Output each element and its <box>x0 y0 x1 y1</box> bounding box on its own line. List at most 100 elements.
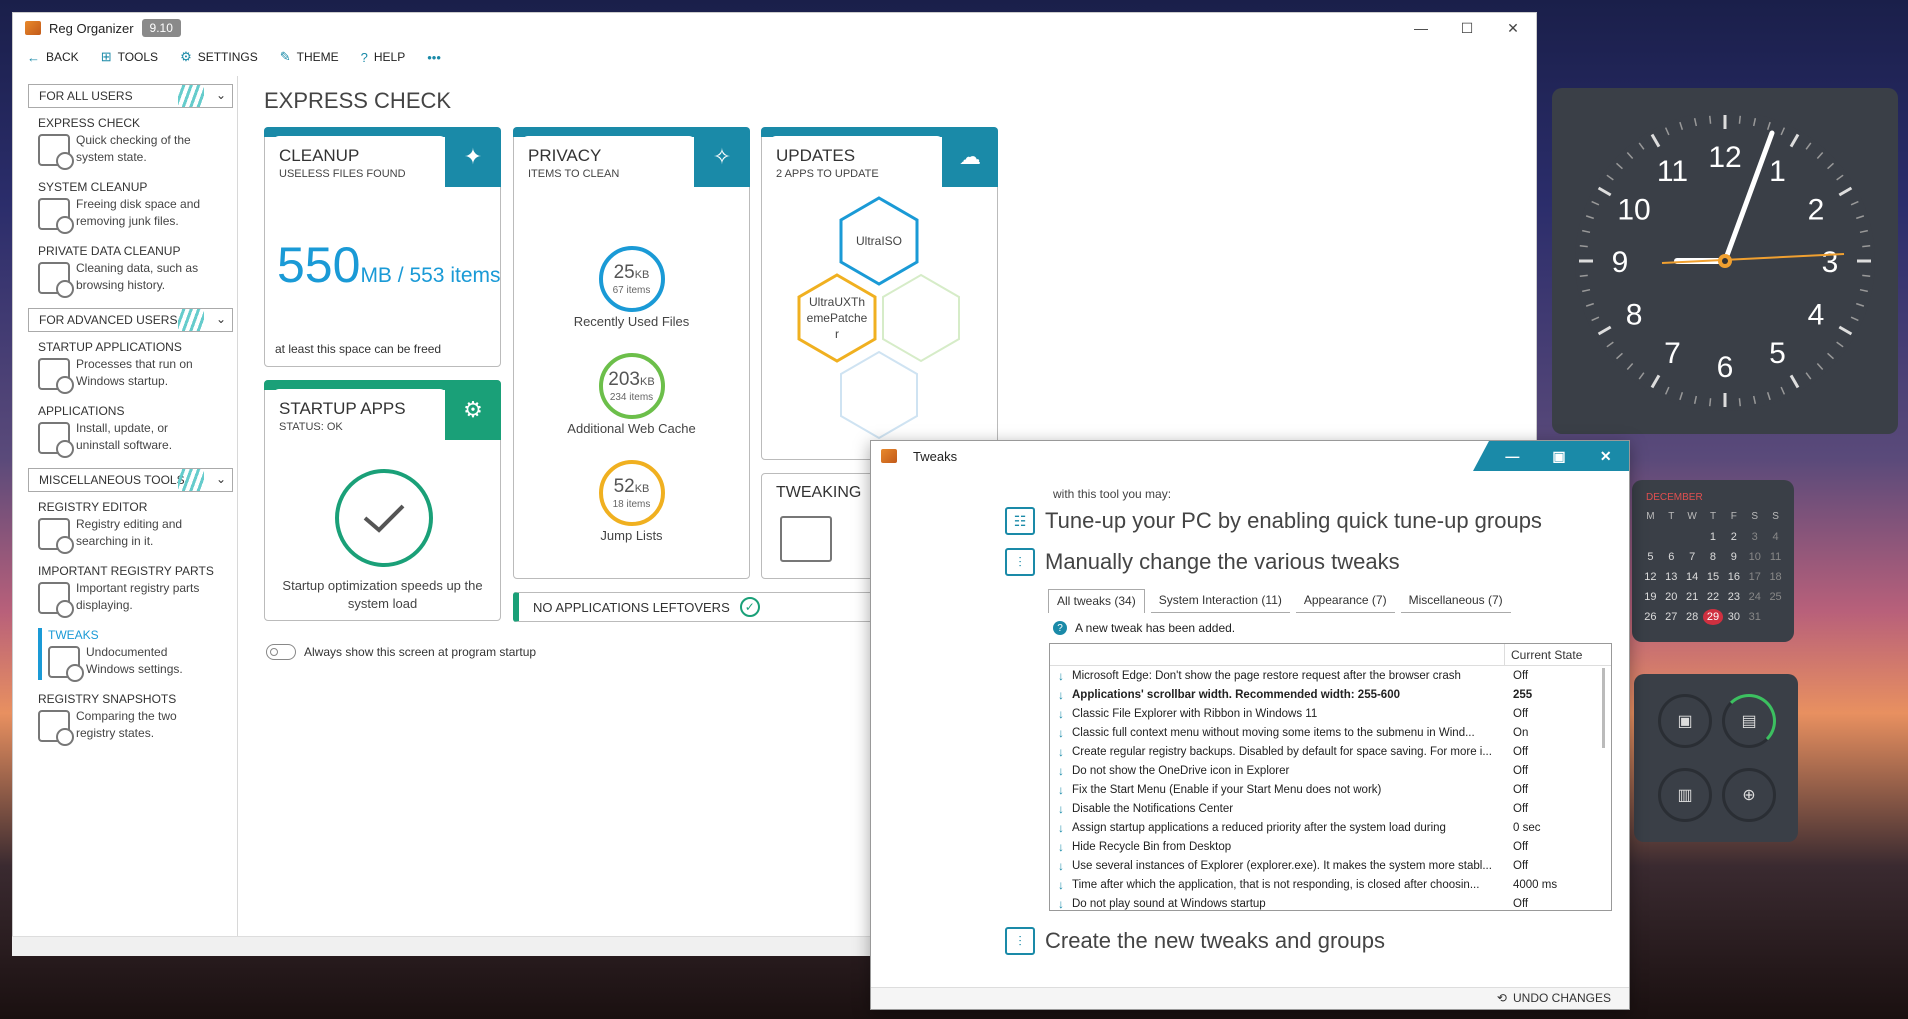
tweaks-close-button[interactable]: ✕ <box>1582 441 1629 471</box>
calendar-day[interactable]: 31 <box>1744 609 1765 625</box>
tab-appearance[interactable]: Appearance (7) <box>1295 589 1395 613</box>
help-button[interactable]: ? HELP <box>361 50 406 65</box>
toggle-switch[interactable] <box>266 644 296 660</box>
calendar-day[interactable]: 28 <box>1682 609 1703 625</box>
calendar-day[interactable]: 5 <box>1640 549 1661 565</box>
calendar-day[interactable]: 19 <box>1640 589 1661 605</box>
calendar-day[interactable]: 10 <box>1744 549 1765 565</box>
status-bar <box>12 936 872 956</box>
calendar-day[interactable]: 7 <box>1682 549 1703 565</box>
always-show-toggle[interactable]: Always show this screen at program start… <box>266 644 536 660</box>
cleanup-card[interactable]: ✦ CLEANUP USELESS FILES FOUND 550MB / 55… <box>264 127 501 367</box>
section-for-all-users[interactable]: FOR ALL USERS ⌄ <box>28 84 233 108</box>
sidebar-item-tweaks[interactable]: TWEAKS Undocumented Windows settings. <box>14 628 234 682</box>
calendar-day[interactable]: 11 <box>1765 549 1786 565</box>
table-row[interactable]: ↓ Time after which the application, that … <box>1050 875 1611 894</box>
calendar-day[interactable]: 25 <box>1765 589 1786 605</box>
tweak-name: Create regular registry backups. Disable… <box>1072 745 1492 758</box>
close-button[interactable]: ✕ <box>1490 13 1536 43</box>
card-title: TWEAKING <box>776 484 862 501</box>
table-row[interactable]: ↓ Assign startup applications a reduced p… <box>1050 818 1611 837</box>
undo-changes-button[interactable]: ⟲ UNDO CHANGES <box>1497 991 1611 1005</box>
calendar-day[interactable]: 9 <box>1723 549 1744 565</box>
table-row[interactable]: ↓ Create regular registry backups. Disabl… <box>1050 742 1611 761</box>
table-row[interactable]: ↓ Applications' scrollbar width. Recommen… <box>1050 685 1611 704</box>
sidebar-item-important-registry[interactable]: IMPORTANT REGISTRY PARTS Important regist… <box>14 564 234 618</box>
tools-button[interactable]: ⊞ TOOLS <box>101 49 158 65</box>
tweaks-window-title: Tweaks <box>913 448 958 464</box>
create-tweaks-link[interactable]: ⫶ Create the new tweaks and groups <box>1005 927 1385 955</box>
section-for-advanced-users[interactable]: FOR ADVANCED USERS ⌄ <box>28 308 233 332</box>
manual-tweaks-link[interactable]: ⫶ Manually change the various tweaks <box>1005 548 1400 576</box>
table-row[interactable]: ↓ Classic full context menu without movin… <box>1050 723 1611 742</box>
calendar-day[interactable]: 20 <box>1661 589 1682 605</box>
sidebar-item-applications[interactable]: APPLICATIONS Install, update, or uninstal… <box>14 404 234 458</box>
table-row[interactable]: ↓ Fix the Start Menu (Enable if your Star… <box>1050 780 1611 799</box>
calendar-day[interactable]: 24 <box>1744 589 1765 605</box>
section-misc-tools[interactable]: MISCELLANEOUS TOOLS ⌄ <box>28 468 233 492</box>
calendar-day[interactable]: 14 <box>1682 569 1703 585</box>
calendar-day[interactable]: 8 <box>1703 549 1724 565</box>
calendar-day[interactable]: 30 <box>1723 609 1744 625</box>
column-current-state[interactable]: Current State <box>1505 644 1588 665</box>
calendar-day[interactable]: 17 <box>1744 569 1765 585</box>
calendar-day[interactable]: 18 <box>1765 569 1786 585</box>
calendar-day[interactable]: 1 <box>1703 529 1724 545</box>
quick-groups-link[interactable]: ☷ Tune-up your PC by enabling quick tune… <box>1005 507 1542 535</box>
table-row[interactable]: ↓ Do not show the OneDrive icon in Explor… <box>1050 761 1611 780</box>
calendar-day <box>1661 529 1682 545</box>
tweaks-minimize-button[interactable]: — <box>1489 441 1536 471</box>
sidebar-item-registry-snapshots[interactable]: REGISTRY SNAPSHOTS Comparing the two regi… <box>14 692 234 746</box>
tweaks-maximize-button[interactable]: ▣ <box>1536 441 1583 471</box>
more-button[interactable]: ••• <box>427 50 441 65</box>
sidebar-item-express-check[interactable]: EXPRESS CHECK Quick checking of the syste… <box>14 116 234 170</box>
calendar-day[interactable]: 3 <box>1744 529 1765 545</box>
calendar-day[interactable]: 16 <box>1723 569 1744 585</box>
maximize-button[interactable]: ☐ <box>1444 13 1490 43</box>
calendar-day[interactable]: 6 <box>1661 549 1682 565</box>
table-row[interactable]: ↓ Hide Recycle Bin from Desktop Off <box>1050 837 1611 856</box>
tab-all-tweaks[interactable]: All tweaks (34) <box>1048 589 1145 613</box>
calendar-day[interactable]: 26 <box>1640 609 1661 625</box>
sidebar-item-startup-apps[interactable]: STARTUP APPLICATIONS Processes that run o… <box>14 340 234 394</box>
startup-apps-card[interactable]: ⚙ STARTUP APPS STATUS: OK Startup optimi… <box>264 380 501 621</box>
card-title: UPDATES <box>776 146 856 165</box>
tweak-name: Do not play sound at Windows startup <box>1072 897 1266 910</box>
ring-items: 67 items <box>612 284 651 296</box>
theme-button[interactable]: ✎ THEME <box>280 49 339 65</box>
sidebar-item-title: TWEAKS <box>48 628 99 642</box>
updates-card[interactable]: ☁ UPDATES 2 APPS TO UPDATE UltraISO Ultr… <box>761 127 998 460</box>
back-button[interactable]: ← BACK <box>27 50 79 65</box>
privacy-card[interactable]: ✧ PRIVACY ITEMS TO CLEAN 25KB 67 items Re… <box>513 127 750 579</box>
startup-icon <box>38 358 74 394</box>
clock-tick <box>1862 274 1871 278</box>
table-row[interactable]: ↓ Microsoft Edge: Don't show the page res… <box>1050 666 1611 685</box>
calendar-day[interactable]: 13 <box>1661 569 1682 585</box>
leftovers-bar[interactable]: NO APPLICATIONS LEFTOVERS ✓ <box>513 592 873 622</box>
calendar-day[interactable]: 21 <box>1682 589 1703 605</box>
calendar-day[interactable]: 4 <box>1765 529 1786 545</box>
sidebar-item-private-data[interactable]: PRIVATE DATA CLEANUP Cleaning data, such … <box>14 244 234 298</box>
table-row[interactable]: ↓ Classic File Explorer with Ribbon in Wi… <box>1050 704 1611 723</box>
sidebar-item-system-cleanup[interactable]: SYSTEM CLEANUP Freeing disk space and rem… <box>14 180 234 234</box>
minimize-button[interactable]: — <box>1398 13 1444 43</box>
tweak-name: Hide Recycle Bin from Desktop <box>1072 840 1232 853</box>
table-row[interactable]: ↓ Disable the Notifications Center Off <box>1050 799 1611 818</box>
tab-miscellaneous[interactable]: Miscellaneous (7) <box>1400 589 1511 613</box>
table-row[interactable]: ↓ Do not play sound at Windows startup Off <box>1050 894 1611 911</box>
calendar-day[interactable]: 23 <box>1723 589 1744 605</box>
calendar-day[interactable]: 12 <box>1640 569 1661 585</box>
calendar-day[interactable]: 22 <box>1703 589 1724 605</box>
calendar-day[interactable]: 15 <box>1703 569 1724 585</box>
sidebar-item-registry-editor[interactable]: REGISTRY EDITOR Registry editing and sear… <box>14 500 234 554</box>
calendar-day[interactable]: 2 <box>1723 529 1744 545</box>
tab-system-interaction[interactable]: System Interaction (11) <box>1150 589 1290 613</box>
calendar-day[interactable]: 27 <box>1661 609 1682 625</box>
settings-button[interactable]: ⚙ SETTINGS <box>180 49 258 65</box>
table-row[interactable]: ↓ Use several instances of Explorer (expl… <box>1050 856 1611 875</box>
calendar-day[interactable]: 29 <box>1702 609 1724 625</box>
calendar-weekday: W <box>1687 511 1697 522</box>
ring-unit: KB <box>634 268 650 281</box>
table-scrollbar[interactable] <box>1602 668 1605 748</box>
notice-text: A new tweak has been added. <box>1075 621 1236 635</box>
